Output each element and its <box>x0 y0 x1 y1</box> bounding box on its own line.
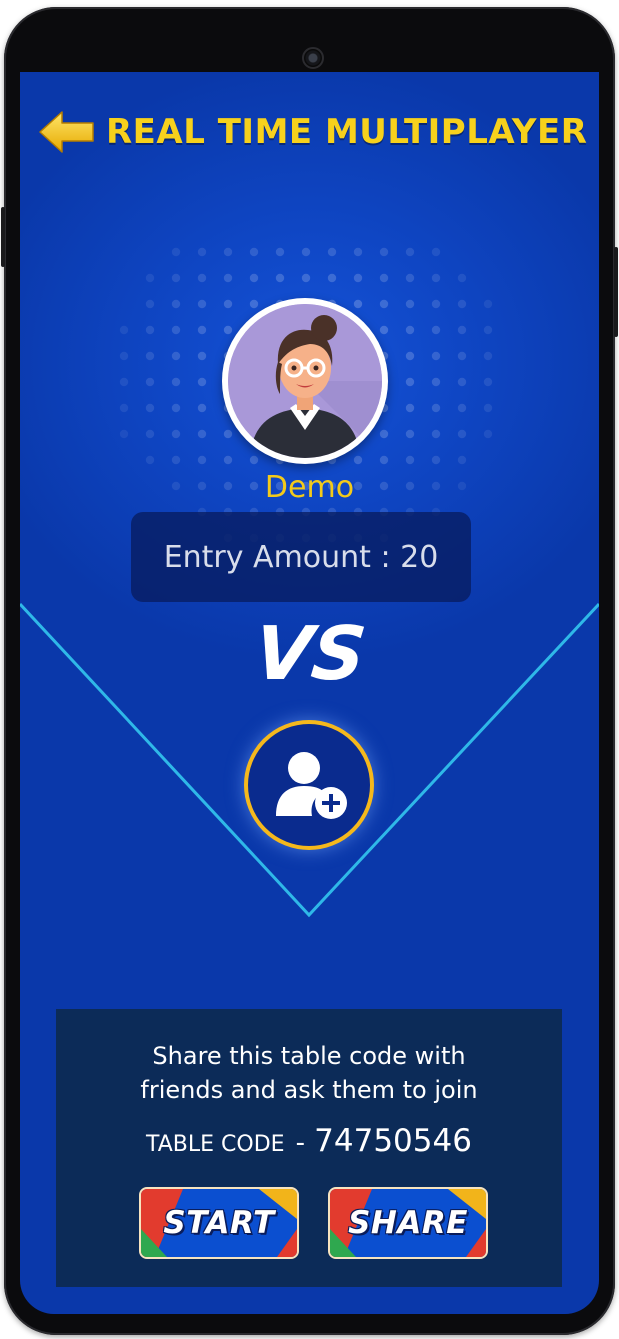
game-screen: REAL TIME MULTIPLAYER Demo Entry Amount … <box>20 72 599 1314</box>
table-code-row: TABLE CODE - 74750546 <box>56 1123 562 1159</box>
share-instruction-line2: friends and ask them to join <box>140 1076 478 1104</box>
entry-amount-text: Entry Amount : 20 <box>163 539 439 575</box>
share-button[interactable]: SHARE <box>328 1187 488 1259</box>
invite-player-button[interactable] <box>244 720 374 850</box>
page-title: REAL TIME MULTIPLAYER <box>106 112 588 152</box>
versus-label: VS <box>260 611 370 693</box>
entry-amount-badge: Entry Amount : 20 <box>131 512 471 602</box>
arrow-left-icon <box>39 111 94 153</box>
player-name: Demo <box>264 470 355 505</box>
share-button-label: SHARE <box>348 1205 468 1241</box>
front-camera <box>302 47 324 69</box>
share-panel: Share this table code with friends and a… <box>56 1009 562 1287</box>
share-instruction-line1: Share this table code with <box>152 1042 466 1070</box>
power-button <box>614 247 618 337</box>
add-user-icon <box>276 752 347 819</box>
table-code-label: TABLE CODE <box>146 1132 285 1157</box>
woman-avatar-icon <box>228 304 382 458</box>
versus-icon: VS <box>260 611 370 693</box>
share-instruction: Share this table code with friends and a… <box>56 1039 562 1107</box>
player-avatar[interactable] <box>222 298 388 464</box>
table-code-value: 74750546 <box>314 1123 472 1159</box>
volume-button <box>1 207 5 267</box>
back-button[interactable] <box>38 108 98 156</box>
start-button-label: START <box>163 1205 275 1241</box>
header-bar: REAL TIME MULTIPLAYER <box>38 104 587 160</box>
table-code-separator: - <box>295 1128 306 1158</box>
start-button[interactable]: START <box>139 1187 299 1259</box>
